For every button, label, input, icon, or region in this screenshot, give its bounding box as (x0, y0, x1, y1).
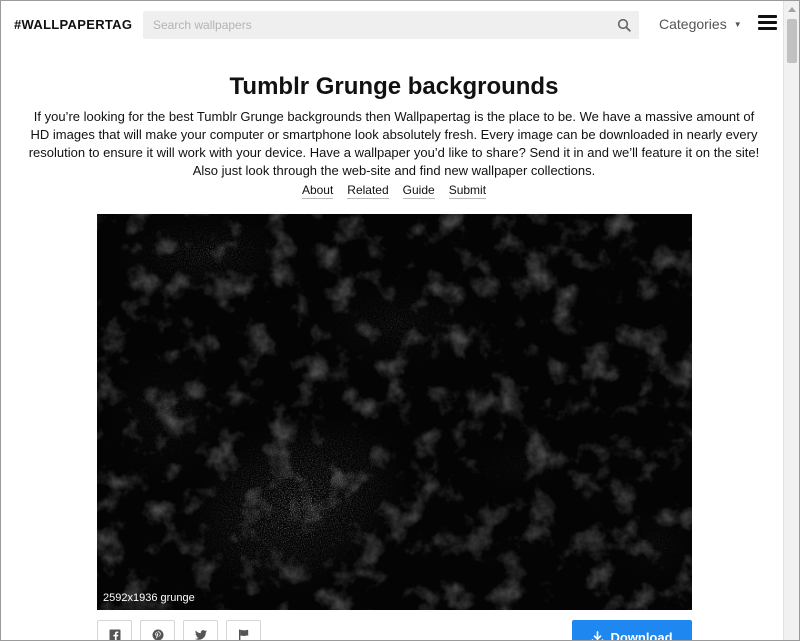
search-bar[interactable] (143, 11, 639, 39)
vertical-scrollbar[interactable] (783, 1, 799, 640)
report-button[interactable] (226, 620, 261, 640)
pinterest-share-button[interactable] (140, 620, 175, 640)
wallpaper-image[interactable]: 2592x1936 grunge (97, 214, 692, 610)
scrollbar-thumb[interactable] (787, 19, 797, 63)
site-header: #WALLPAPERTAG Categories ▼ (1, 1, 785, 49)
related-link[interactable]: Related (347, 183, 389, 199)
page-title: Tumblr Grunge backgrounds (229, 73, 559, 100)
site-logo[interactable]: #WALLPAPERTAG (14, 17, 132, 32)
facebook-share-button[interactable] (97, 620, 132, 640)
guide-link[interactable]: Guide (402, 183, 435, 199)
categories-dropdown[interactable]: Categories ▼ (659, 16, 742, 32)
submit-link[interactable]: Submit (448, 183, 487, 199)
page-links: About Related Guide Submit (1, 183, 787, 199)
hamburger-menu-icon[interactable] (758, 15, 777, 31)
wallpaper-caption: 2592x1936 grunge (103, 592, 195, 604)
share-bar (97, 620, 261, 640)
chevron-down-icon: ▼ (733, 19, 742, 29)
facebook-icon (109, 629, 120, 640)
pinterest-icon (152, 629, 163, 640)
scroll-up-arrow-icon[interactable] (784, 1, 799, 17)
download-button[interactable]: Download (572, 620, 692, 641)
download-label: Download (610, 629, 673, 641)
flag-icon (238, 629, 248, 640)
search-input[interactable] (143, 11, 583, 39)
grunge-texture (97, 214, 692, 610)
search-icon[interactable] (617, 18, 631, 32)
page-intro: If you’re looking for the best Tumblr Gr… (28, 109, 760, 178)
twitter-share-button[interactable] (183, 620, 218, 640)
categories-label: Categories (659, 16, 727, 32)
about-link[interactable]: About (301, 183, 334, 199)
browser-viewport: #WALLPAPERTAG Categories ▼ Tumblr Grunge… (0, 0, 800, 641)
twitter-icon (194, 629, 207, 640)
download-icon (592, 630, 604, 640)
